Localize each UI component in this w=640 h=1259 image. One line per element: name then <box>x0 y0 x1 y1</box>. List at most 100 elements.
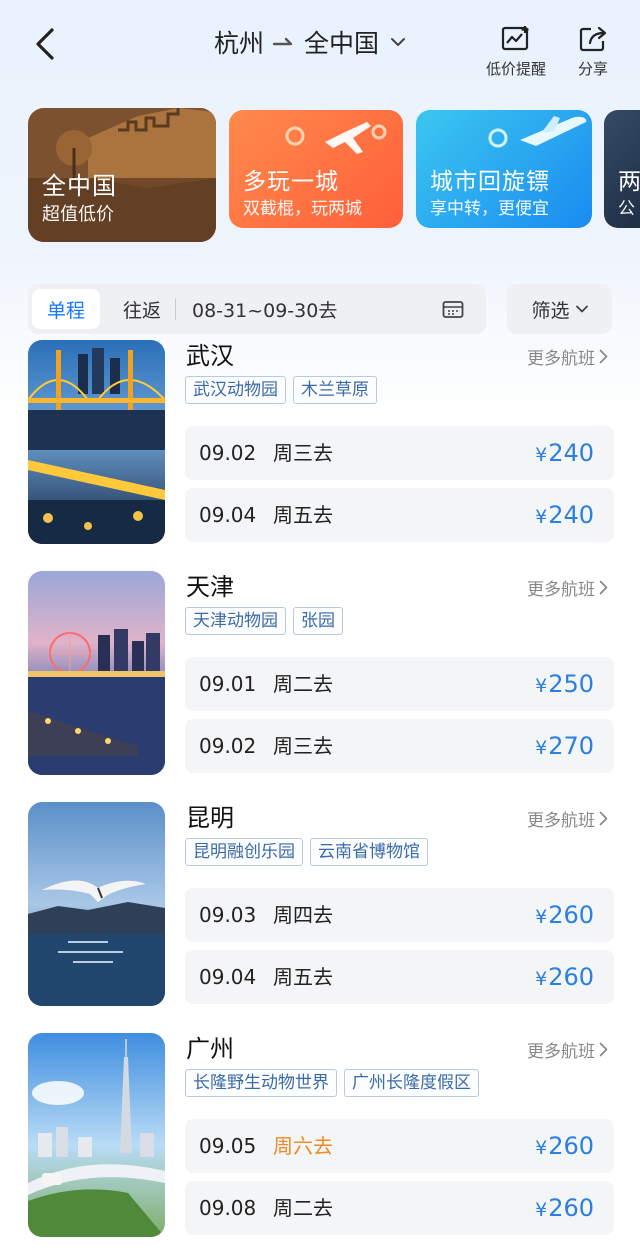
one-way-tab[interactable]: 单程 <box>32 289 100 329</box>
attraction-tag[interactable]: 天津动物园 <box>185 607 286 635</box>
flight-price: ¥250 <box>535 657 594 713</box>
price-value: 260 <box>548 901 594 929</box>
chevron-down-icon <box>391 38 406 46</box>
city-card-kunming: 昆明 更多航班 昆明融创乐园 云南省博物馆 09.03 周四去 ¥260 09.… <box>28 802 614 1008</box>
promo-card-partial[interactable]: 两 公 <box>604 110 640 228</box>
price-value: 260 <box>548 1194 594 1222</box>
promo-title: 多玩一城 <box>243 169 339 195</box>
chevron-right-icon <box>599 811 608 826</box>
currency-symbol: ¥ <box>535 906 548 928</box>
flight-option-row[interactable]: 09.02 周三去 ¥270 <box>185 719 614 773</box>
calendar-icon[interactable] <box>442 299 464 319</box>
divider <box>175 298 176 320</box>
flight-weekday: 周四去 <box>273 903 333 927</box>
filter-button[interactable]: 筛选 <box>507 284 612 334</box>
attraction-tag[interactable]: 木兰草原 <box>293 376 377 404</box>
city-image-kunming-gull[interactable] <box>28 802 165 1006</box>
plane-icon <box>488 116 587 148</box>
chevron-right-icon <box>599 580 608 595</box>
currency-symbol: ¥ <box>535 506 548 528</box>
back-arrow-icon[interactable] <box>28 24 64 64</box>
price-value: 260 <box>548 1132 594 1160</box>
destination-city: 全中国 <box>304 29 380 58</box>
round-trip-tab[interactable]: 往返 <box>112 289 172 329</box>
attraction-tags: 长隆野生动物世界 广州长隆度假区 <box>185 1069 479 1097</box>
attraction-tag[interactable]: 云南省博物馆 <box>310 838 428 866</box>
chevron-right-icon <box>599 349 608 364</box>
attraction-tag[interactable]: 昆明融创乐园 <box>185 838 303 866</box>
flight-price: ¥240 <box>535 426 594 482</box>
currency-symbol: ¥ <box>535 968 548 990</box>
origin-city: 杭州 <box>214 29 265 58</box>
date-range-selector[interactable]: 08-31~09-30去 <box>192 289 337 329</box>
price-alert-label: 低价提醒 <box>486 60 547 78</box>
route-arrow-icon <box>272 37 293 46</box>
flight-option-row[interactable]: 09.02 周三去 ¥240 <box>185 426 614 480</box>
city-image-wuhan-bridge[interactable] <box>28 340 165 544</box>
flight-price: ¥270 <box>535 719 594 775</box>
more-flights-link[interactable]: 更多航班 <box>527 1037 608 1062</box>
flight-weekday: 周二去 <box>273 1196 333 1220</box>
promo-card-boomerang[interactable]: 城市回旋镖 享中转，更便宜 <box>416 110 592 228</box>
attraction-tag[interactable]: 张园 <box>293 607 343 635</box>
attraction-tags: 武汉动物园 木兰草原 <box>185 376 377 404</box>
flight-weekday: 周三去 <box>273 734 333 758</box>
flight-option-row[interactable]: 09.03 周四去 ¥260 <box>185 888 614 942</box>
flight-option-row[interactable]: 09.04 周五去 ¥240 <box>185 488 614 542</box>
currency-symbol: ¥ <box>535 444 548 466</box>
promo-title: 全中国 <box>42 172 117 200</box>
city-name: 广州 <box>186 1035 234 1063</box>
currency-symbol: ¥ <box>535 737 548 759</box>
promo-card-all-china[interactable]: 全中国 超值低价 <box>28 108 216 242</box>
top-bar: 杭州 全中国 低价提醒 分享 <box>0 0 640 96</box>
promo-subtitle: 享中转，更便宜 <box>430 199 549 219</box>
flight-option-row[interactable]: 09.05 周六去 ¥260 <box>185 1119 614 1173</box>
city-image-tianjin-eye[interactable] <box>28 571 165 775</box>
city-image-canton-tower[interactable] <box>28 1033 165 1237</box>
flight-weekday: 周三去 <box>273 441 333 465</box>
attraction-tag[interactable]: 广州长隆度假区 <box>344 1069 479 1097</box>
flight-option-row[interactable]: 09.08 周二去 ¥260 <box>185 1181 614 1235</box>
attraction-tag[interactable]: 长隆野生动物世界 <box>185 1069 337 1097</box>
price-alert-button[interactable]: 低价提醒 <box>486 24 546 79</box>
more-flights-link[interactable]: 更多航班 <box>527 806 608 831</box>
city-name: 昆明 <box>186 804 234 832</box>
attraction-tags: 天津动物园 张园 <box>185 607 343 635</box>
flight-price: ¥260 <box>535 950 594 1006</box>
flight-weekday: 周五去 <box>273 965 333 989</box>
flight-date: 09.04 <box>199 503 257 527</box>
flight-price: ¥260 <box>535 1181 594 1237</box>
promo-subtitle: 公 <box>618 199 635 219</box>
route-title[interactable]: 杭州 全中国 <box>214 22 407 62</box>
attraction-tag[interactable]: 武汉动物园 <box>185 376 286 404</box>
price-value: 250 <box>548 670 594 698</box>
flight-option-row[interactable]: 09.04 周五去 ¥260 <box>185 950 614 1004</box>
flight-date: 09.04 <box>199 965 257 989</box>
more-flights-label: 更多航班 <box>527 811 595 831</box>
kunming-gull-photo <box>28 802 165 1006</box>
share-icon <box>579 26 607 52</box>
flight-date: 09.03 <box>199 903 257 927</box>
price-alert-icon <box>501 26 529 51</box>
promo-subtitle: 超值低价 <box>42 204 114 225</box>
more-flights-link[interactable]: 更多航班 <box>527 575 608 600</box>
share-label: 分享 <box>577 60 608 78</box>
flight-date: 09.08 <box>199 1196 257 1220</box>
flight-price: ¥260 <box>535 888 594 944</box>
flight-price: ¥240 <box>535 488 594 544</box>
share-button[interactable]: 分享 <box>577 24 609 79</box>
city-card-guangzhou: 广州 更多航班 长隆野生动物世界 广州长隆度假区 09.05 周六去 ¥260 … <box>28 1033 614 1239</box>
flight-date: 09.02 <box>199 441 257 465</box>
flight-price: ¥260 <box>535 1119 594 1175</box>
more-flights-link[interactable]: 更多航班 <box>527 344 608 369</box>
promo-card-extra-city[interactable]: 多玩一城 双截棍，玩两城 <box>229 110 403 228</box>
promo-title: 两 <box>618 169 640 195</box>
flight-option-row[interactable]: 09.01 周二去 ¥250 <box>185 657 614 711</box>
canton-tower-photo <box>28 1033 165 1237</box>
price-value: 270 <box>548 732 594 760</box>
flight-date: 09.01 <box>199 672 257 696</box>
price-value: 260 <box>548 963 594 991</box>
city-name: 天津 <box>186 573 234 601</box>
promo-subtitle: 双截棍，玩两城 <box>243 199 362 219</box>
flight-date: 09.05 <box>199 1134 257 1158</box>
